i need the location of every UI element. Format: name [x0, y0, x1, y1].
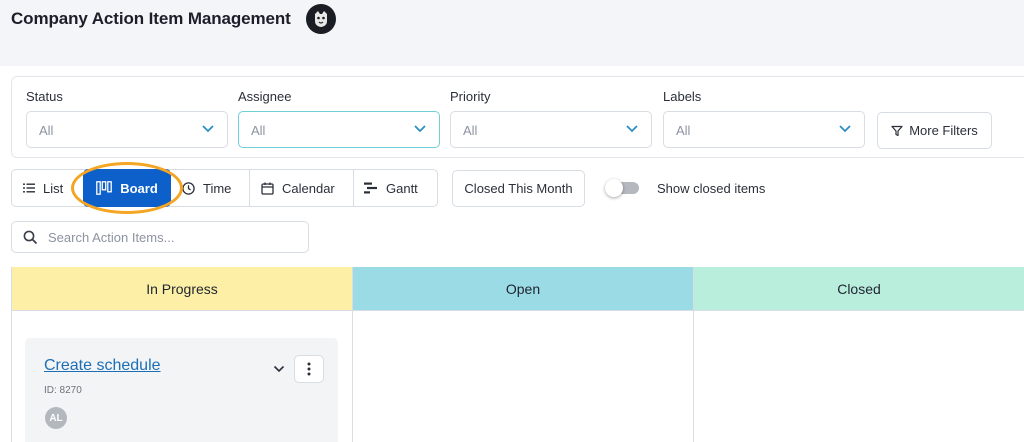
view-calendar-label: Calendar — [282, 180, 335, 196]
labels-select-value: All — [676, 123, 691, 138]
labels-filter: Labels All — [663, 89, 865, 148]
labels-select[interactable]: All — [663, 111, 865, 148]
chevron-down-icon — [202, 125, 214, 133]
chevron-down-icon — [839, 125, 851, 133]
closed-this-month-button[interactable]: Closed This Month — [452, 170, 585, 207]
assignee-filter: Assignee All — [238, 89, 440, 148]
priority-select-value: All — [463, 123, 478, 138]
status-filter-label: Status — [26, 89, 63, 104]
view-separator — [353, 170, 354, 206]
more-filters-button[interactable]: More Filters — [877, 112, 992, 149]
status-filter: Status All — [26, 89, 228, 148]
view-calendar-button[interactable]: Calendar — [261, 170, 335, 206]
search-input[interactable] — [48, 223, 303, 251]
column-header: In Progress — [12, 267, 352, 311]
view-switcher: List Board Time Calendar Gantt — [11, 169, 438, 207]
filter-panel: Status All Assignee All Priority All Lab… — [11, 76, 1024, 158]
assignee-select-value: All — [251, 123, 266, 138]
mascot-logo-icon — [306, 4, 336, 34]
view-board-label: Board — [120, 180, 158, 196]
action-item-card[interactable]: Create schedule ID: 8270 AL — [25, 338, 338, 442]
chevron-down-icon — [626, 125, 638, 133]
main-content: Status All Assignee All Priority All Lab… — [0, 66, 1024, 442]
column-closed: Closed — [694, 267, 1024, 442]
column-header: Open — [353, 267, 693, 311]
column-open: Open — [353, 267, 694, 442]
view-gantt-button[interactable]: Gantt — [364, 170, 418, 206]
card-id: ID: 8270 — [44, 385, 82, 396]
card-menu-button[interactable] — [294, 355, 324, 383]
show-closed-toggle[interactable] — [605, 179, 639, 197]
chevron-down-icon — [414, 125, 426, 133]
calendar-icon — [261, 182, 274, 195]
search-box — [11, 221, 309, 253]
filter-icon — [891, 125, 903, 136]
view-board-button[interactable]: Board — [83, 169, 171, 207]
assignee-filter-label: Assignee — [238, 89, 292, 104]
more-filters-label: More Filters — [909, 123, 978, 138]
more-vertical-icon — [307, 362, 311, 376]
status-select[interactable]: All — [26, 111, 228, 148]
show-closed-label: Show closed items — [657, 181, 766, 196]
chevron-down-icon[interactable] — [273, 365, 285, 373]
view-gantt-label: Gantt — [386, 180, 418, 196]
card-title-link[interactable]: Create schedule — [44, 357, 161, 375]
board-icon — [96, 181, 113, 195]
view-list-button[interactable]: List — [23, 170, 63, 206]
view-time-button[interactable]: Time — [182, 170, 231, 206]
priority-filter-label: Priority — [450, 89, 491, 104]
view-separator — [249, 170, 250, 206]
toggle-knob — [605, 179, 623, 197]
page-title: Company Action Item Management — [11, 9, 291, 28]
priority-filter: Priority All — [450, 89, 652, 148]
priority-select[interactable]: All — [450, 111, 652, 148]
avatar: AL — [45, 407, 67, 429]
clock-icon — [182, 181, 195, 195]
assignee-select[interactable]: All — [238, 111, 440, 148]
page-header: Company Action Item Management — [0, 0, 1024, 66]
kanban-board: In Progress Create schedule ID: 8270 AL … — [11, 267, 1024, 442]
labels-filter-label: Labels — [663, 89, 702, 104]
gantt-icon — [364, 182, 377, 194]
column-in-progress: In Progress Create schedule ID: 8270 AL — [11, 267, 353, 442]
list-icon — [23, 183, 35, 193]
status-select-value: All — [39, 123, 54, 138]
view-list-label: List — [43, 180, 64, 196]
column-header: Closed — [694, 267, 1024, 311]
search-icon — [23, 230, 38, 245]
view-time-label: Time — [203, 180, 232, 196]
